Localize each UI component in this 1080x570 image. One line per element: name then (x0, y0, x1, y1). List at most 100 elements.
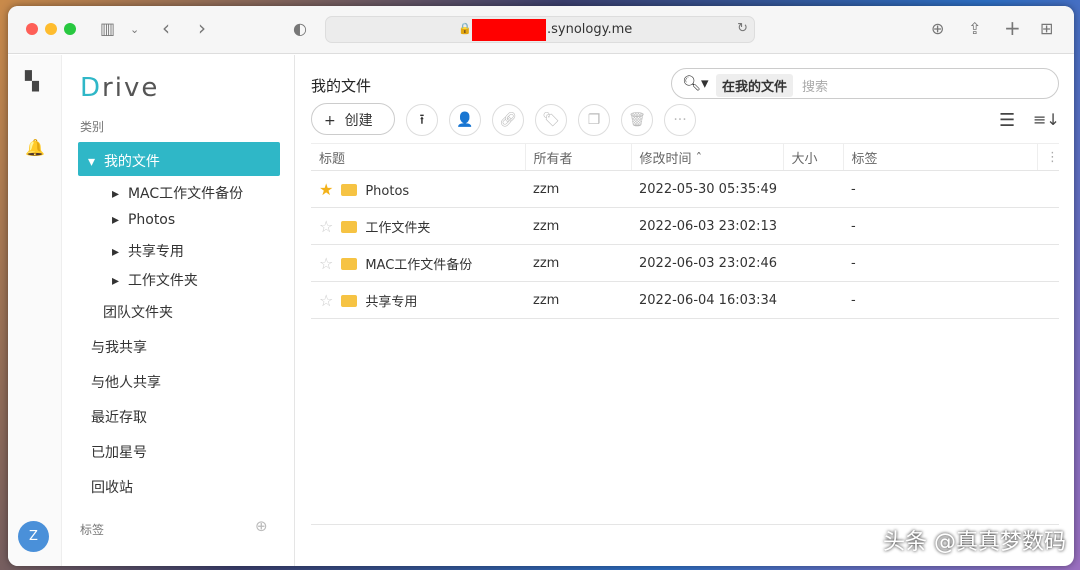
tree-item[interactable]: ▸ 共享专用 (112, 241, 184, 261)
file-table: 标题 所有者 修改时间 ˆ 大小 标签 ⋮ ★ Photos zzm 2022-05-… (311, 143, 1059, 319)
sidebar-toggle-icon[interactable]: ▥ (100, 19, 115, 38)
drive-logo: Drive (80, 73, 160, 103)
tag-icon[interactable]: 🏷︎ (535, 104, 567, 136)
folder-icon (341, 294, 358, 307)
maximize-button[interactable] (64, 23, 76, 35)
column-tags[interactable]: 标签 (843, 143, 1038, 171)
tab-overview-icon[interactable]: ⊞ (1040, 19, 1053, 38)
sidebar-item-starred[interactable]: 已加星号 (91, 442, 147, 462)
forward-icon[interactable]: › (198, 16, 206, 40)
category-label: 类别 (80, 120, 105, 134)
tag: - (843, 170, 1059, 208)
column-modified[interactable]: 修改时间 ˆ (631, 143, 784, 171)
star-icon[interactable]: ★ (319, 180, 333, 199)
modified: 2022-06-03 23:02:13 (631, 207, 783, 245)
star-icon[interactable]: ☆ (319, 217, 333, 236)
reload-icon[interactable]: ↻ (737, 21, 748, 36)
main-panel: 我的文件 🔍︎▾ 在我的文件 搜索 + 创建 ⭱ 👤 🔗︎ 🏷︎ ❐ 🗑︎ ··… (295, 55, 1074, 566)
label: 我的文件 (103, 154, 160, 170)
star-icon[interactable]: ☆ (319, 254, 333, 273)
label: Photos (127, 212, 176, 228)
watermark: 头条 @真真梦数码 (883, 530, 1066, 555)
modified: 2022-06-03 23:02:46 (631, 244, 783, 282)
folder-icon (341, 220, 358, 233)
size (783, 170, 843, 208)
label: MAC工作文件备份 (127, 186, 244, 202)
add-tag-icon[interactable]: ⊕ (255, 517, 268, 535)
file-name: MAC工作文件备份 (365, 257, 473, 273)
create-button[interactable]: + 创建 (311, 103, 395, 135)
tree-item[interactable]: ▸ MAC工作文件备份 (112, 183, 243, 203)
more-icon[interactable]: ··· (664, 104, 696, 136)
copy-icon[interactable]: ❐ (578, 104, 610, 136)
sidebar-item-shared-with-me[interactable]: 与我共享 (91, 337, 147, 357)
address-bar[interactable]: 🔒 .synology.me ↻ (325, 16, 755, 43)
list-view-icon[interactable]: ☰ (999, 110, 1015, 131)
table-header: 标题 所有者 修改时间 ˆ 大小 标签 ⋮ (311, 143, 1059, 171)
column-owner[interactable]: 所有者 (525, 143, 632, 171)
share-icon[interactable]: ⇪ (968, 19, 981, 38)
download-icon[interactable]: ⊕ (931, 19, 944, 38)
file-name: 工作文件夹 (365, 220, 431, 236)
trash-icon[interactable]: 🗑︎ (621, 104, 653, 136)
tree-item[interactable]: ▸ 工作文件夹 (112, 270, 198, 290)
tag: - (843, 207, 1059, 245)
folder-icon (341, 257, 358, 270)
tree-item[interactable]: ▸ Photos (112, 212, 175, 228)
table-row[interactable]: ☆ 共享专用 zzm 2022-06-04 16:03:34 - (311, 281, 1059, 319)
sidebar-item-team-folder[interactable]: 团队文件夹 (103, 302, 173, 322)
apps-icon[interactable]: ▚ (25, 71, 39, 92)
upload-icon[interactable]: ⭱ (406, 104, 438, 136)
size (783, 244, 843, 282)
table-row[interactable]: ★ Photos zzm 2022-05-30 05:35:49 - (311, 170, 1059, 208)
browser-window: ▥ ⌄ ‹ › ◐ 🔒 .synology.me ↻ ⊕ ⇪ + ⊞ ▚ 🔔 Z… (8, 6, 1074, 566)
sidebar-item-trash[interactable]: 回收站 (91, 477, 133, 497)
table-row[interactable]: ☆ MAC工作文件备份 zzm 2022-06-03 23:02:46 - (311, 244, 1059, 282)
owner: zzm (525, 281, 631, 319)
minimize-button[interactable] (45, 23, 57, 35)
label: 共享专用 (127, 244, 184, 260)
sidebar-item-my-files[interactable]: ▾ 我的文件 (78, 142, 280, 176)
size (783, 281, 843, 319)
new-tab-icon[interactable]: + (1004, 16, 1021, 40)
file-name: Photos (365, 183, 410, 199)
table-row[interactable]: ☆ 工作文件夹 zzm 2022-06-03 23:02:13 - (311, 207, 1059, 245)
modified: 2022-05-30 05:35:49 (631, 170, 783, 208)
search-icon[interactable]: 🔍︎▾ (682, 74, 709, 92)
sidebar-item-shared-with-others[interactable]: 与他人共享 (91, 372, 161, 392)
column-title[interactable]: 标题 (311, 143, 526, 171)
shield-icon[interactable]: ◐ (293, 19, 307, 38)
back-icon[interactable]: ‹ (162, 16, 170, 40)
lock-icon: 🔒 (458, 22, 472, 35)
search-box[interactable]: 🔍︎▾ 在我的文件 搜索 (671, 68, 1059, 99)
bell-icon[interactable]: 🔔 (25, 138, 45, 157)
tag: - (843, 244, 1059, 282)
url-text: .synology.me (547, 22, 633, 37)
redacted-host (472, 19, 546, 41)
owner: zzm (525, 244, 631, 282)
sort-icon[interactable]: ≡↓ (1033, 110, 1060, 129)
modified: 2022-06-04 16:03:34 (631, 281, 783, 319)
label: 创建 (344, 113, 373, 129)
close-button[interactable] (26, 23, 38, 35)
size (783, 207, 843, 245)
folder-icon (341, 183, 358, 196)
tag: - (843, 281, 1059, 319)
column-size[interactable]: 大小 (783, 143, 844, 171)
chevron-down-icon[interactable]: ⌄ (130, 23, 139, 36)
link-icon[interactable]: 🔗︎ (492, 104, 524, 136)
column-menu-icon[interactable]: ⋮ (1037, 143, 1059, 171)
star-icon[interactable]: ☆ (319, 291, 333, 310)
page-title: 我的文件 (311, 77, 372, 95)
label: 工作文件夹 (127, 273, 198, 289)
search-input[interactable]: 搜索 (802, 76, 828, 95)
tags-label: 标签 (80, 523, 105, 537)
search-scope[interactable]: 在我的文件 (716, 74, 794, 97)
owner: zzm (525, 207, 631, 245)
share-user-icon[interactable]: 👤 (449, 104, 481, 136)
sidebar-item-recent[interactable]: 最近存取 (91, 407, 147, 427)
sidebar: Drive 类别 ▾ 我的文件 ▸ MAC工作文件备份 ▸ Photos ▸ 共… (62, 55, 295, 566)
avatar[interactable]: Z (18, 521, 49, 552)
browser-toolbar: ▥ ⌄ ‹ › ◐ 🔒 .synology.me ↻ ⊕ ⇪ + ⊞ (8, 6, 1074, 54)
app-rail: ▚ 🔔 Z (8, 55, 62, 566)
